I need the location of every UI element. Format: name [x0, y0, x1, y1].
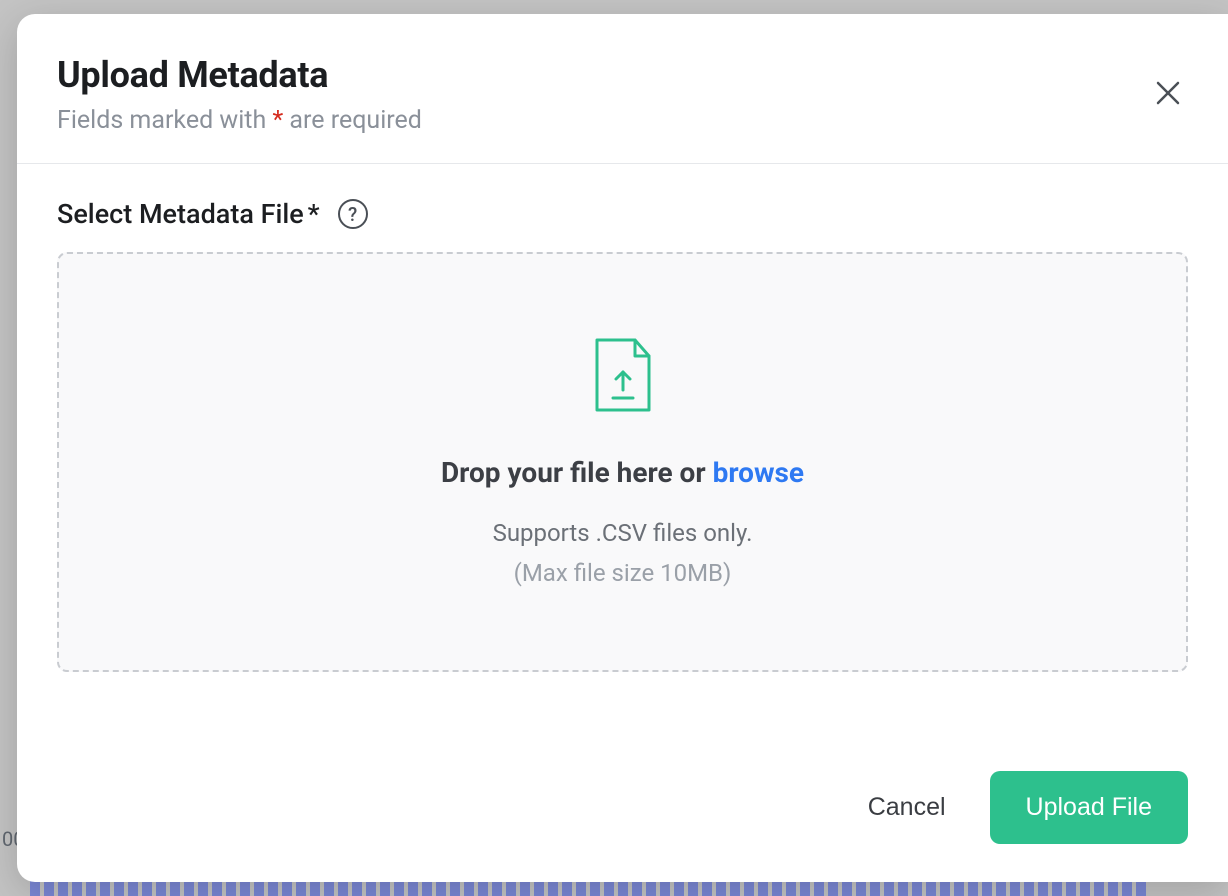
cancel-button[interactable]: Cancel [868, 793, 946, 822]
help-icon[interactable]: ? [338, 199, 368, 229]
modal-title: Upload Metadata [57, 54, 1172, 96]
dropzone-supports-text: Supports .CSV files only. [493, 519, 753, 547]
dropzone-maxsize-text: (Max file size 10MB) [514, 559, 732, 587]
modal-body: Select Metadata File * ? Drop your file … [17, 164, 1228, 753]
dropzone-text: Drop your file here or browse [441, 456, 804, 489]
file-upload-icon [591, 338, 655, 420]
field-label-row: Select Metadata File * ? [57, 198, 1188, 230]
dropzone-text-prefix: Drop your file here or [441, 456, 713, 489]
field-required-mark: * [308, 198, 320, 230]
field-label: Select Metadata File [57, 198, 304, 230]
browse-link[interactable]: browse [713, 456, 804, 489]
modal-header: Upload Metadata Fields marked with * are… [17, 14, 1228, 164]
field-label-wrapper: Select Metadata File * [57, 198, 320, 230]
required-asterisk: * [272, 106, 283, 135]
subtitle-prefix: Fields marked with [57, 106, 272, 135]
close-icon [1153, 78, 1183, 111]
modal-subtitle: Fields marked with * are required [57, 106, 1172, 135]
upload-metadata-modal: Upload Metadata Fields marked with * are… [17, 14, 1228, 882]
help-symbol: ? [348, 203, 357, 226]
close-button[interactable] [1148, 74, 1188, 114]
subtitle-suffix: are required [283, 106, 422, 135]
file-dropzone[interactable]: Drop your file here or browse Supports .… [57, 252, 1188, 672]
modal-footer: Cancel Upload File [17, 753, 1228, 882]
upload-file-button[interactable]: Upload File [990, 771, 1188, 844]
